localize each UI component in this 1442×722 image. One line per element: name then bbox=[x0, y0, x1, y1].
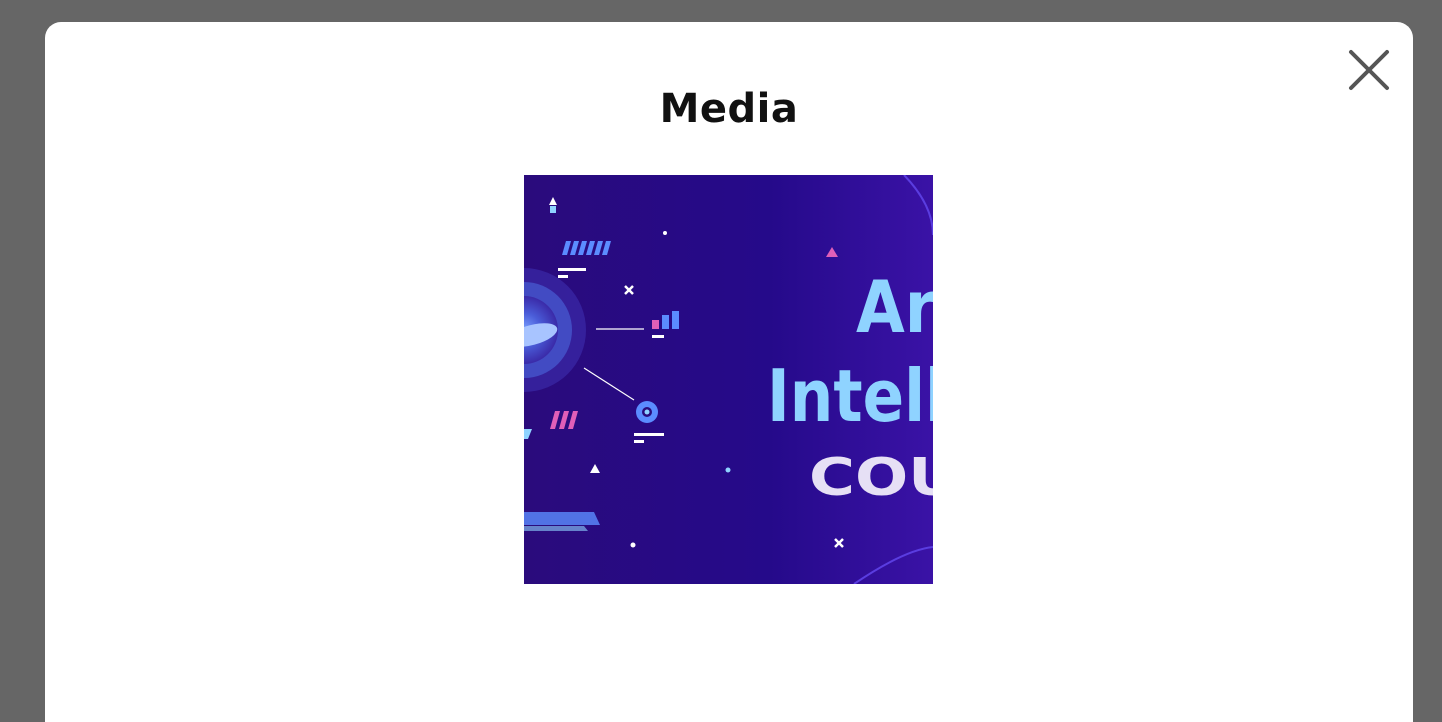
modal-title: Media bbox=[659, 86, 799, 132]
media-modal: Media Ar Intel CO bbox=[45, 22, 1413, 722]
media-image[interactable]: Art Intelli COU bbox=[524, 175, 933, 584]
thumb-line2: Intelli bbox=[767, 354, 933, 438]
thumb-line3: COU bbox=[809, 448, 933, 508]
thumb-line1: Art bbox=[856, 265, 933, 349]
